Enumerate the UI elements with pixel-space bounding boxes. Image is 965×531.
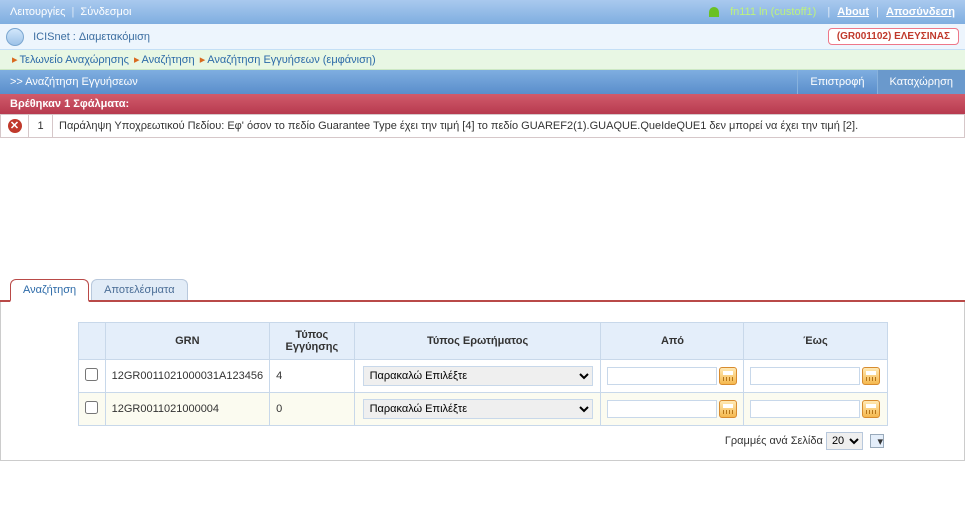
error-header: Βρέθηκαν 1 Σφάλματα: [0,94,965,114]
menu-links[interactable]: Σύνδεσμοι [80,6,131,18]
grn-cell: 12GR0011021000031A123456 [105,360,270,393]
pager-dropdown-extra[interactable]: ▾ [870,434,884,448]
to-date-input[interactable] [750,367,860,385]
breadcrumb-arrow-icon: ▸ [200,53,206,66]
to-date-input[interactable] [750,400,860,418]
error-table: ✕ 1 Παράληψη Υποχρεωτικού Πεδίου: Εφ' όσ… [0,114,965,138]
user-icon [709,7,719,17]
tab-content: GRN Τύπος Εγγύησης Τύπος Ερωτήματος Από … [0,302,965,461]
tab-results[interactable]: Αποτελέσματα [91,279,187,300]
from-date-input[interactable] [607,367,717,385]
calendar-icon[interactable] [719,400,737,418]
col-to: Έως [744,323,887,360]
qtype-select[interactable]: Παρακαλώ Επιλέξτε [363,399,593,419]
col-qtype: Τύπος Ερωτήματος [354,323,601,360]
calendar-icon[interactable] [719,367,737,385]
pager-label: Γραμμές ανά Σελίδα [725,435,823,447]
tab-search[interactable]: Αναζήτηση [10,279,89,302]
grid-header-row: GRN Τύπος Εγγύησης Τύπος Ερωτήματος Από … [78,323,887,360]
gtype-cell: 4 [270,360,355,393]
error-row: ✕ 1 Παράληψη Υποχρεωτικού Πεδίου: Εφ' όσ… [1,115,965,138]
section-bar: >> Αναζήτηση Εγγυήσεων Επιστροφή Καταχώρ… [0,70,965,94]
about-link[interactable]: About [837,6,869,18]
office-tag: (GR001102) ΕΛΕΥΣΙΝΑΣ [828,28,959,45]
user-label: fn111 ln (custoff1) [730,6,816,18]
tab-strip: Αναζήτηση Αποτελέσματα [0,278,965,302]
from-date-input[interactable] [607,400,717,418]
separator: | [72,6,75,18]
logout-link[interactable]: Αποσύνδεση [886,6,955,18]
calendar-icon[interactable] [862,367,880,385]
top-bar: Λειτουργίες | Σύνδεσμοι fn111 ln (custof… [0,0,965,24]
calendar-icon[interactable] [862,400,880,418]
search-grid: GRN Τύπος Εγγύησης Τύπος Ερωτήματος Από … [78,322,888,426]
breadcrumb-item[interactable]: Αναζήτηση Εγγυήσεων (εμφάνιση) [207,54,375,66]
table-row: 12GR0011021000031A123456 4 Παρακαλώ Επιλ… [78,360,887,393]
col-type: Τύπος Εγγύησης [270,323,355,360]
breadcrumb-arrow-icon: ▸ [134,53,140,66]
col-grn: GRN [105,323,270,360]
grn-cell: 12GR0011021000004 [105,393,270,426]
breadcrumb-arrow-icon: ▸ [12,53,18,66]
menu-functions[interactable]: Λειτουργίες [10,6,65,18]
rows-per-page-select[interactable]: 20 [826,432,863,450]
table-row: 12GR0011021000004 0 Παρακαλώ Επιλέξτε [78,393,887,426]
error-icon: ✕ [8,119,22,133]
qtype-select[interactable]: Παρακαλώ Επιλέξτε [363,366,593,386]
col-from: Από [601,323,744,360]
breadcrumb: ▸ Τελωνείο Αναχώρησης ▸ Αναζήτηση ▸ Αναζ… [0,50,965,70]
row-checkbox[interactable] [85,368,98,381]
app-bar: ICISnet : Διαμετακόμιση (GR001102) ΕΛΕΥΣ… [0,24,965,50]
globe-icon [6,28,24,46]
gtype-cell: 0 [270,393,355,426]
pager: Γραμμές ανά Σελίδα 20 ▾ [11,432,954,450]
breadcrumb-item[interactable]: Τελωνείο Αναχώρησης [20,54,129,66]
return-button[interactable]: Επιστροφή [797,70,876,94]
submit-button[interactable]: Καταχώρηση [877,70,965,94]
error-num: 1 [29,115,53,138]
app-title: ICISnet : Διαμετακόμιση [33,30,150,42]
error-message: Παράληψη Υποχρεωτικού Πεδίου: Εφ' όσον τ… [53,115,965,138]
section-title: >> Αναζήτηση Εγγυήσεων [10,76,138,88]
breadcrumb-item[interactable]: Αναζήτηση [142,54,195,66]
row-checkbox[interactable] [85,401,98,414]
